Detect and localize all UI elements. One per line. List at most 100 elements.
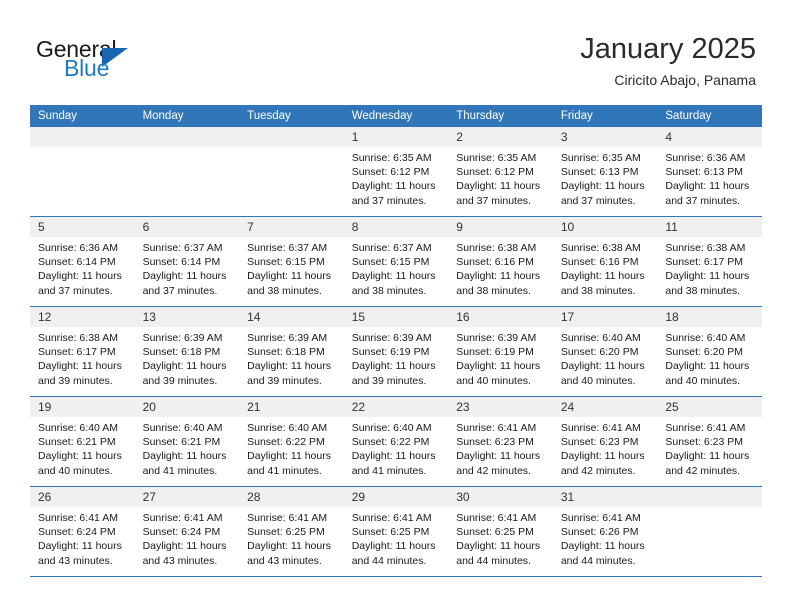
day-detail-sunset: Sunset: 6:13 PM bbox=[665, 166, 744, 179]
day-detail-daylight2: and 38 minutes. bbox=[560, 284, 636, 297]
day-detail-sunset: Sunset: 6:23 PM bbox=[665, 436, 744, 449]
calendar-day-cell[interactable]: 24 Sunrise: 6:41 AM Sunset: 6:23 PM Dayligh… bbox=[552, 396, 658, 487]
day-detail-sunrise: Sunrise: 6:41 AM bbox=[560, 422, 641, 434]
day-details: Sunrise: 6:35 AM Sunset: 6:12 PM Daylight:… bbox=[344, 147, 449, 208]
day-detail-sunrise: Sunrise: 6:39 AM bbox=[456, 332, 537, 344]
day-detail-sunset: Sunset: 6:17 PM bbox=[38, 346, 116, 359]
day-detail-daylight2: and 37 minutes. bbox=[38, 284, 113, 297]
day-details: Sunrise: 6:39 AM Sunset: 6:19 PM Daylight:… bbox=[448, 327, 553, 388]
day-details: Sunrise: 6:41 AM Sunset: 6:25 PM Daylight:… bbox=[448, 507, 553, 568]
day-detail-sunrise: Sunrise: 6:41 AM bbox=[560, 512, 641, 524]
calendar-day-cell[interactable]: 10 Sunrise: 6:38 AM Sunset: 6:16 PM Dayligh… bbox=[552, 216, 658, 307]
day-detail-daylight2: and 39 minutes. bbox=[247, 374, 322, 387]
day-detail-daylight1: Daylight: 11 hours bbox=[665, 450, 750, 463]
day-detail-sunset: Sunset: 6:13 PM bbox=[560, 166, 639, 179]
calendar-day-cell[interactable]: 27 Sunrise: 6:41 AM Sunset: 6:24 PM Dayligh… bbox=[134, 486, 240, 577]
calendar-day-cell[interactable]: 6 Sunrise: 6:37 AM Sunset: 6:14 PM Daylight… bbox=[134, 216, 240, 307]
general-blue-logo[interactable]: General Blue bbox=[36, 36, 206, 86]
day-details: Sunrise: 6:39 AM Sunset: 6:19 PM Daylight:… bbox=[344, 327, 449, 388]
day-detail-sunrise: Sunrise: 6:40 AM bbox=[560, 332, 641, 344]
calendar-day-cell[interactable]: 28 Sunrise: 6:41 AM Sunset: 6:25 PM Dayligh… bbox=[239, 486, 344, 577]
day-detail-sunrise: Sunrise: 6:35 AM bbox=[560, 152, 641, 164]
calendar-day-cell[interactable]: 11 Sunrise: 6:38 AM Sunset: 6:17 PM Dayligh… bbox=[657, 216, 762, 307]
day-details: Sunrise: 6:37 AM Sunset: 6:15 PM Daylight:… bbox=[344, 237, 449, 298]
day-details: Sunrise: 6:38 AM Sunset: 6:16 PM Daylight:… bbox=[448, 237, 553, 298]
calendar-day-cell[interactable]: 16 Sunrise: 6:39 AM Sunset: 6:19 PM Dayligh… bbox=[448, 306, 553, 397]
day-detail-daylight2: and 41 minutes. bbox=[247, 464, 322, 477]
day-detail-daylight2: and 37 minutes. bbox=[560, 194, 636, 207]
day-detail-daylight1: Daylight: 11 hours bbox=[560, 180, 645, 193]
day-details: Sunrise: 6:40 AM Sunset: 6:22 PM Daylight:… bbox=[344, 417, 449, 478]
day-detail-sunset: Sunset: 6:17 PM bbox=[665, 256, 744, 269]
calendar-day-cell[interactable]: 29 Sunrise: 6:41 AM Sunset: 6:25 PM Dayligh… bbox=[343, 486, 449, 577]
day-detail-daylight1: Daylight: 11 hours bbox=[560, 540, 645, 553]
day-details: Sunrise: 6:41 AM Sunset: 6:23 PM Daylight:… bbox=[553, 417, 658, 478]
day-detail-daylight1: Daylight: 11 hours bbox=[456, 270, 541, 283]
day-number: 26 bbox=[30, 487, 135, 507]
day-number: 5 bbox=[30, 217, 135, 237]
calendar-day-cell[interactable]: 20 Sunrise: 6:40 AM Sunset: 6:21 PM Dayligh… bbox=[134, 396, 240, 487]
calendar-day-cell[interactable]: 19 Sunrise: 6:40 AM Sunset: 6:21 PM Dayligh… bbox=[30, 396, 135, 487]
day-detail-sunset: Sunset: 6:20 PM bbox=[560, 346, 639, 359]
day-detail-sunrise: Sunrise: 6:38 AM bbox=[38, 332, 118, 344]
day-detail-daylight2: and 38 minutes. bbox=[351, 284, 427, 297]
day-detail-daylight1: Daylight: 11 hours bbox=[351, 270, 436, 283]
logo-text-blue: Blue bbox=[64, 55, 110, 81]
day-number: 15 bbox=[343, 307, 449, 327]
weekday-header-sunday: Sunday bbox=[30, 105, 135, 127]
day-number bbox=[134, 127, 240, 147]
day-detail-sunset: Sunset: 6:25 PM bbox=[351, 526, 430, 539]
weekday-header-thursday: Thursday bbox=[448, 105, 553, 127]
day-details: Sunrise: 6:35 AM Sunset: 6:12 PM Daylight:… bbox=[448, 147, 553, 208]
calendar-day-cell[interactable]: 14 Sunrise: 6:39 AM Sunset: 6:18 PM Dayligh… bbox=[239, 306, 344, 397]
day-detail-daylight1: Daylight: 11 hours bbox=[247, 540, 331, 553]
day-details: Sunrise: 6:41 AM Sunset: 6:23 PM Daylight:… bbox=[657, 417, 762, 478]
calendar-day-cell[interactable]: 4 Sunrise: 6:36 AM Sunset: 6:13 PM Daylight… bbox=[657, 127, 762, 217]
day-detail-sunset: Sunset: 6:15 PM bbox=[247, 256, 325, 269]
day-detail-sunset: Sunset: 6:14 PM bbox=[38, 256, 116, 269]
day-detail-sunset: Sunset: 6:19 PM bbox=[351, 346, 430, 359]
calendar-day-cell[interactable]: 1 Sunrise: 6:35 AM Sunset: 6:12 PM Daylight… bbox=[343, 127, 449, 217]
day-detail-sunset: Sunset: 6:26 PM bbox=[560, 526, 639, 539]
calendar-day-cell[interactable]: 7 Sunrise: 6:37 AM Sunset: 6:15 PM Daylight… bbox=[239, 216, 344, 307]
calendar-day-cell[interactable]: 21 Sunrise: 6:40 AM Sunset: 6:22 PM Dayligh… bbox=[239, 396, 344, 487]
day-number: 31 bbox=[552, 487, 658, 507]
calendar-day-cell[interactable]: 8 Sunrise: 6:37 AM Sunset: 6:15 PM Daylight… bbox=[343, 216, 449, 307]
title-block: January 2025 Ciricito Abajo, Panama bbox=[580, 32, 756, 89]
calendar-day-cell[interactable]: 23 Sunrise: 6:41 AM Sunset: 6:23 PM Dayligh… bbox=[448, 396, 553, 487]
calendar-day-cell[interactable]: 12 Sunrise: 6:38 AM Sunset: 6:17 PM Dayligh… bbox=[30, 306, 135, 397]
day-detail-daylight2: and 42 minutes. bbox=[665, 464, 741, 477]
day-number: 6 bbox=[134, 217, 240, 237]
calendar-day-cell[interactable]: 25 Sunrise: 6:41 AM Sunset: 6:23 PM Dayligh… bbox=[657, 396, 762, 487]
calendar-day-cell[interactable]: 22 Sunrise: 6:40 AM Sunset: 6:22 PM Dayligh… bbox=[343, 396, 449, 487]
calendar-day-cell[interactable]: 18 Sunrise: 6:40 AM Sunset: 6:20 PM Dayligh… bbox=[657, 306, 762, 397]
day-number bbox=[657, 487, 762, 507]
day-detail-daylight1: Daylight: 11 hours bbox=[38, 450, 122, 463]
day-details: Sunrise: 6:41 AM Sunset: 6:25 PM Daylight:… bbox=[239, 507, 344, 568]
calendar-day-cell[interactable]: 31 Sunrise: 6:41 AM Sunset: 6:26 PM Dayligh… bbox=[552, 486, 658, 577]
calendar-day-cell[interactable]: 26 Sunrise: 6:41 AM Sunset: 6:24 PM Dayligh… bbox=[30, 486, 135, 577]
calendar-day-cell[interactable]: 2 Sunrise: 6:35 AM Sunset: 6:12 PM Daylight… bbox=[448, 127, 553, 217]
calendar-day-cell[interactable]: 3 Sunrise: 6:35 AM Sunset: 6:13 PM Daylight… bbox=[552, 127, 658, 217]
day-number: 20 bbox=[134, 397, 240, 417]
calendar-day-cell[interactable]: 5 Sunrise: 6:36 AM Sunset: 6:14 PM Daylight… bbox=[30, 216, 135, 307]
day-detail-sunrise: Sunrise: 6:41 AM bbox=[665, 422, 746, 434]
day-detail-daylight1: Daylight: 11 hours bbox=[351, 450, 436, 463]
day-number: 29 bbox=[343, 487, 449, 507]
calendar-day-cell[interactable]: 9 Sunrise: 6:38 AM Sunset: 6:16 PM Daylight… bbox=[448, 216, 553, 307]
calendar-day-cell[interactable]: 13 Sunrise: 6:39 AM Sunset: 6:18 PM Dayligh… bbox=[134, 306, 240, 397]
day-details: Sunrise: 6:41 AM Sunset: 6:25 PM Daylight:… bbox=[344, 507, 449, 568]
day-detail-sunset: Sunset: 6:12 PM bbox=[351, 166, 430, 179]
day-number: 25 bbox=[657, 397, 762, 417]
day-number: 3 bbox=[552, 127, 658, 147]
day-details: Sunrise: 6:41 AM Sunset: 6:23 PM Daylight:… bbox=[448, 417, 553, 478]
day-detail-sunset: Sunset: 6:22 PM bbox=[351, 436, 430, 449]
calendar-day-cell[interactable]: 15 Sunrise: 6:39 AM Sunset: 6:19 PM Dayligh… bbox=[343, 306, 449, 397]
day-detail-daylight2: and 37 minutes. bbox=[351, 194, 427, 207]
calendar-day-cell[interactable]: 30 Sunrise: 6:41 AM Sunset: 6:25 PM Dayligh… bbox=[448, 486, 553, 577]
day-detail-daylight2: and 44 minutes. bbox=[456, 554, 531, 567]
day-number: 7 bbox=[239, 217, 344, 237]
day-details: Sunrise: 6:36 AM Sunset: 6:14 PM Daylight:… bbox=[30, 237, 135, 298]
calendar-day-cell[interactable]: 17 Sunrise: 6:40 AM Sunset: 6:20 PM Dayligh… bbox=[552, 306, 658, 397]
calendar-body: 1 Sunrise: 6:35 AM Sunset: 6:12 PM Daylight… bbox=[30, 127, 762, 577]
